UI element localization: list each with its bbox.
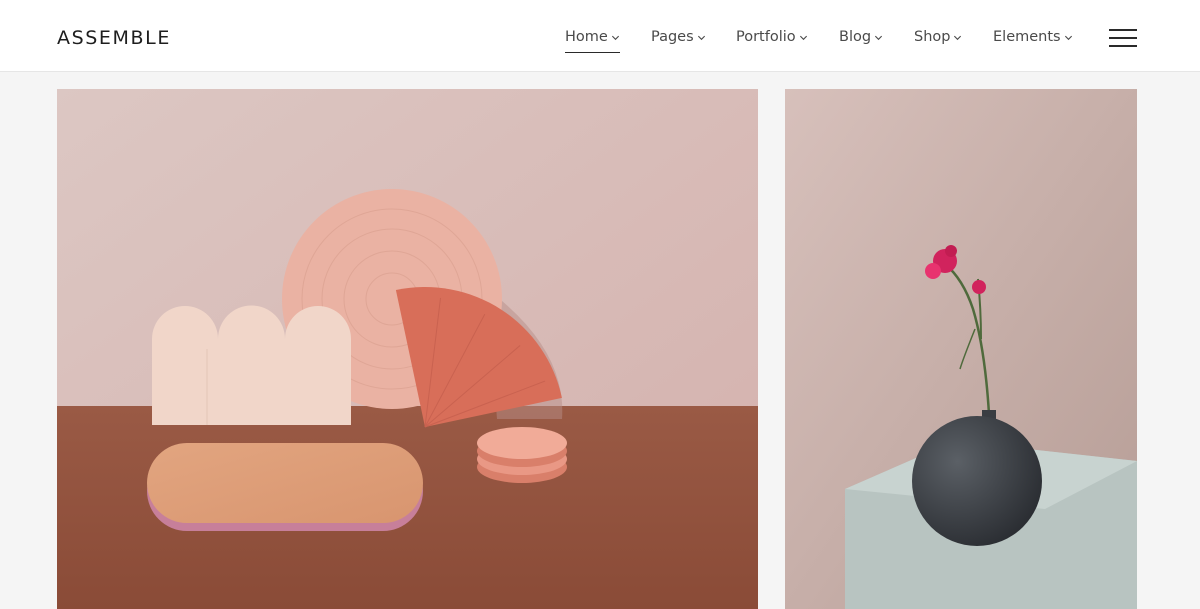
nav-item-shop[interactable]: Shop [914, 26, 962, 48]
hamburger-line [1109, 37, 1137, 39]
nav-item-blog[interactable]: Blog [839, 26, 883, 48]
chevron-down-icon [954, 35, 962, 40]
nav-item-label: Portfolio [736, 29, 796, 45]
gallery-item-vase[interactable] [785, 89, 1137, 609]
nav-item-elements[interactable]: Elements [993, 26, 1073, 48]
nav-item-label: Elements [993, 29, 1061, 45]
hamburger-menu-button[interactable] [1109, 29, 1137, 47]
chevron-down-icon [799, 35, 807, 40]
hamburger-line [1109, 29, 1137, 31]
nav-item-portfolio[interactable]: Portfolio [736, 26, 808, 48]
gallery-item-geometric-shapes[interactable] [57, 89, 758, 609]
chevron-down-icon [875, 35, 883, 40]
site-header: ASSEMBLE Home Pages Portfolio Blog Shop … [0, 0, 1200, 72]
hamburger-line [1109, 45, 1137, 47]
site-logo[interactable]: ASSEMBLE [57, 26, 171, 50]
chevron-down-icon [697, 35, 705, 40]
nav-item-label: Shop [914, 29, 951, 45]
chevron-down-icon [611, 35, 619, 40]
vase-with-flower-image [785, 89, 1137, 609]
nav-item-label: Blog [839, 29, 872, 45]
chevron-down-icon [1064, 35, 1072, 40]
geometric-still-life-image [57, 89, 758, 609]
nav-item-label: Pages [651, 29, 694, 45]
nav-item-home[interactable]: Home [565, 26, 620, 53]
nav-item-label: Home [565, 29, 608, 45]
nav-item-pages[interactable]: Pages [651, 26, 706, 48]
